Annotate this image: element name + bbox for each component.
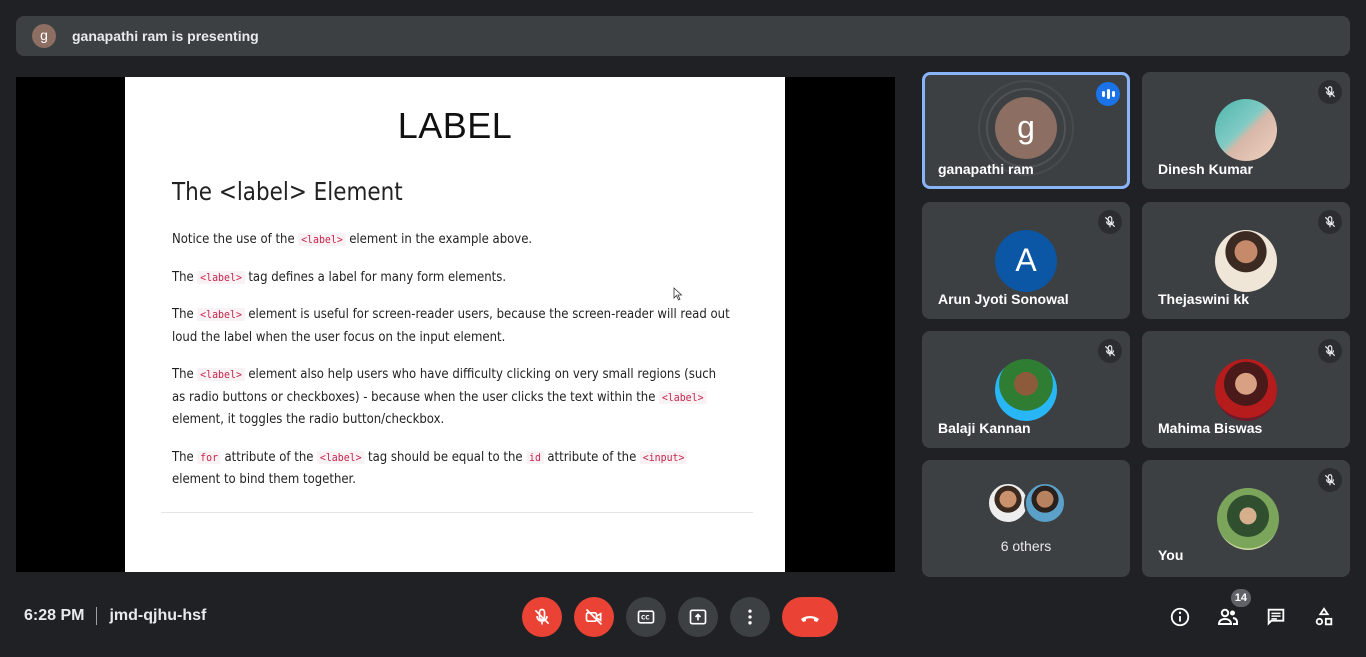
inline-code: <label> <box>197 308 245 321</box>
participant-tile-ganapathi[interactable]: g ganapathi ram <box>922 72 1130 189</box>
meeting-code: jmd-qjhu-hsf <box>109 607 207 624</box>
paragraph-text: tag defines a label for many form elemen… <box>244 269 507 285</box>
end-call-icon[interactable] <box>782 597 838 637</box>
avatar <box>1215 98 1277 161</box>
paragraph-text: The <box>172 449 198 465</box>
divider <box>96 607 98 625</box>
paragraph-text: element to bind them together. <box>172 472 357 487</box>
slide-paragraph: The for attribute of the <label> tag sho… <box>172 447 730 492</box>
paragraph-text: element is useful for screen-reader user… <box>172 307 730 345</box>
slide-heading: The <label> Element <box>172 177 403 206</box>
avatar: g <box>995 96 1057 159</box>
mouse-cursor-icon <box>673 287 683 301</box>
mic-off-icon <box>1318 339 1342 363</box>
mic-off-icon <box>1098 210 1122 234</box>
avatar <box>1024 482 1066 524</box>
participant-name: ganapathi ram <box>938 161 1034 177</box>
inline-code: <label> <box>298 233 346 246</box>
meeting-details: 6:28 PM jmd-qjhu-hsf <box>24 607 206 625</box>
slide-paragraph: The <label> element is useful for screen… <box>172 304 730 349</box>
presenting-banner: g ganapathi ram is presenting <box>16 16 1350 56</box>
participant-tile-mahima[interactable]: Mahima Biswas <box>1142 331 1350 448</box>
participant-tile-balaji[interactable]: Balaji Kannan <box>922 331 1130 448</box>
inline-code: <input> <box>640 450 688 464</box>
paragraph-text: tag should be equal to the <box>364 449 527 465</box>
avatar: A <box>995 229 1057 292</box>
paragraph-text: attribute of the <box>220 449 318 465</box>
paragraph-text: element, it toggles the radio button/che… <box>172 412 445 427</box>
present-icon[interactable] <box>678 597 718 637</box>
mic-off-icon <box>1098 339 1122 363</box>
shared-slide: LABEL The <label> Element Notice the use… <box>125 77 785 572</box>
participant-tile-dinesh[interactable]: Dinesh Kumar <box>1142 72 1350 189</box>
participant-tile-arun[interactable]: A Arun Jyoti Sonowal <box>922 202 1130 319</box>
people-count-badge: 14 <box>1230 589 1251 607</box>
avatar <box>1215 358 1277 421</box>
clock: 6:28 PM <box>24 607 85 624</box>
meeting-side-actions: 14 <box>1160 589 1344 637</box>
slide-paragraph: Notice the use of the <label> element in… <box>172 229 730 252</box>
svg-text:CC: CC <box>641 616 650 622</box>
participant-name: Arun Jyoti Sonowal <box>938 291 1069 307</box>
presenter-avatar: g <box>32 24 56 48</box>
paragraph-text: attribute of the <box>543 449 641 465</box>
avatar <box>1215 229 1277 292</box>
inline-code: <label> <box>197 368 245 381</box>
paragraph-text: Notice the use of the <box>172 232 299 247</box>
participant-name: Dinesh Kumar <box>1158 161 1253 177</box>
speaking-indicator-icon <box>1096 82 1120 106</box>
participant-name: Mahima Biswas <box>1158 420 1263 436</box>
slide-divider <box>161 512 753 513</box>
mic-off-icon <box>1318 468 1342 492</box>
people-icon[interactable]: 14 <box>1208 589 1251 637</box>
presenting-text: ganapathi ram is presenting <box>72 28 259 44</box>
others-count-label: 6 others <box>1000 538 1052 554</box>
mic-off-icon <box>1318 80 1342 104</box>
participant-name: Balaji Kannan <box>938 420 1031 436</box>
paragraph-text: element in the example above. <box>345 232 533 247</box>
info-icon[interactable] <box>1160 597 1200 637</box>
chat-icon[interactable] <box>1256 597 1296 637</box>
participant-tile-others[interactable]: 6 others <box>922 460 1130 577</box>
participant-tile-thejaswini[interactable]: Thejaswini kk <box>1142 202 1350 319</box>
inline-code: <label> <box>317 450 365 464</box>
presentation-stage[interactable]: LABEL The <label> Element Notice the use… <box>16 77 895 572</box>
slide-paragraph: The <label> tag defines a label for many… <box>172 267 730 290</box>
paragraph-text: The <box>172 269 198 285</box>
avatar <box>995 358 1057 421</box>
paragraph-text: element also help users who have difficu… <box>172 367 717 405</box>
more-icon[interactable] <box>730 597 770 637</box>
camera-off-icon[interactable] <box>574 597 614 637</box>
participant-name: Thejaswini kk <box>1158 291 1250 307</box>
mic-off-icon <box>1318 210 1342 234</box>
slide-title: LABEL <box>397 105 513 146</box>
captions-icon[interactable]: CC <box>626 597 666 637</box>
activities-icon[interactable] <box>1304 597 1344 637</box>
inline-code: <label> <box>659 390 707 404</box>
avatar <box>1217 487 1279 550</box>
slide-paragraph: The <label> element also help users who … <box>172 364 730 432</box>
paragraph-text: The <box>172 307 198 322</box>
inline-code: id <box>526 450 544 464</box>
paragraph-text: The <box>172 367 198 382</box>
participant-name: You <box>1158 547 1184 563</box>
mic-off-icon[interactable] <box>522 597 562 637</box>
call-controls: CC <box>522 597 838 637</box>
slide-body: Notice the use of the <label> element in… <box>172 229 752 507</box>
inline-code: for <box>197 450 221 464</box>
participant-tile-you[interactable]: You <box>1142 460 1350 577</box>
avatar <box>987 482 1029 524</box>
inline-code: <label> <box>197 270 245 284</box>
